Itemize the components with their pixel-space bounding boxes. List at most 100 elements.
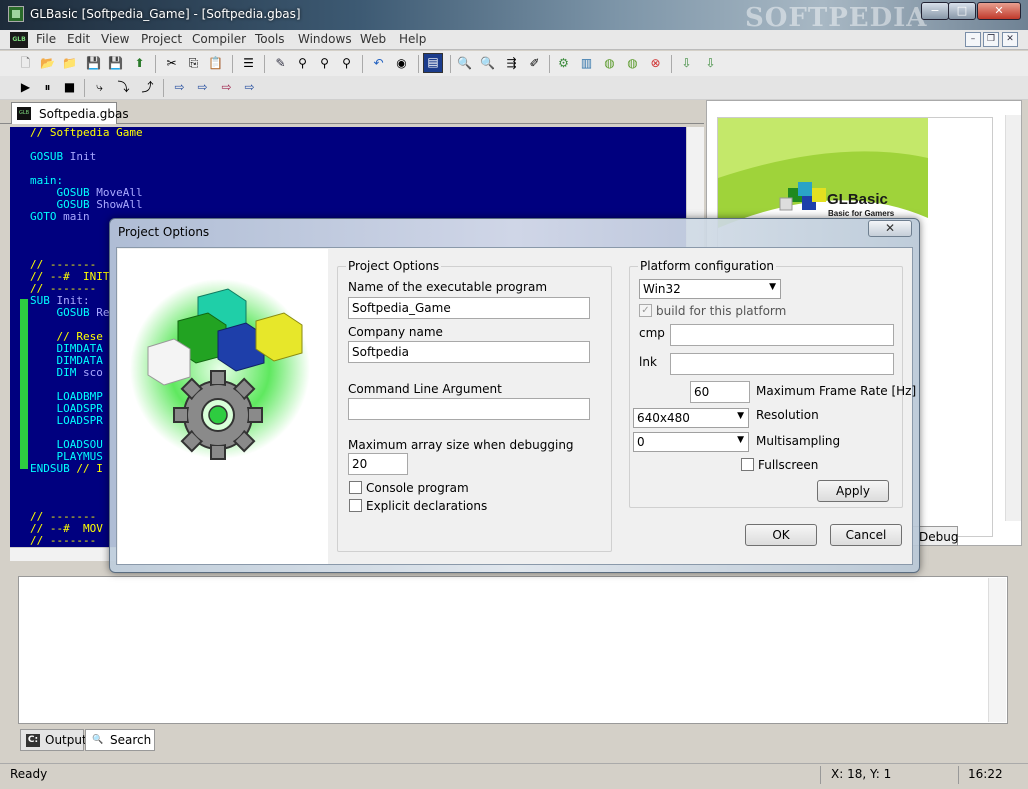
replace-icon[interactable]: ⚲ — [338, 55, 355, 72]
menu-project[interactable]: Project — [141, 32, 182, 46]
stop-debug-icon[interactable]: ■ — [61, 79, 78, 96]
copy-icon[interactable]: ⎘ — [185, 55, 202, 72]
status-bar: Ready X: 18, Y: 1 16:22 — [0, 763, 1028, 789]
menu-web[interactable]: Web — [360, 32, 386, 46]
chevron-down-icon: ▼ — [737, 435, 744, 445]
close-button[interactable]: ✕ — [977, 2, 1021, 20]
bucket-icon[interactable]: ▥ — [578, 55, 595, 72]
open-project-icon[interactable]: 📁 — [61, 55, 78, 72]
save-all-icon[interactable]: 💾 — [107, 55, 124, 72]
menu-edit[interactable]: Edit — [67, 32, 90, 46]
lnk-input[interactable] — [670, 353, 894, 375]
clock-time: 16:22 — [968, 767, 1003, 781]
breakpoint-remove-icon[interactable]: ⇨ — [218, 79, 235, 96]
window-view-icon[interactable]: ▤ — [423, 53, 443, 73]
resolution-label: Resolution — [756, 408, 819, 422]
chevron-down-icon: ▼ — [769, 282, 776, 292]
framerate-input[interactable]: 60 — [690, 381, 750, 403]
dialog-body: Project Options Name of the executable p… — [116, 247, 916, 565]
fullscreen-checkbox[interactable] — [741, 458, 754, 471]
multisampling-select[interactable]: 0 ▼ — [633, 432, 749, 452]
resolution-value: 640x480 — [637, 411, 690, 425]
undo-icon[interactable]: ↶ — [370, 55, 387, 72]
exe-name-label: Name of the executable program — [348, 280, 548, 294]
breakpoint-add-icon[interactable]: ⇨ — [194, 79, 211, 96]
menu-file[interactable]: File — [36, 32, 56, 46]
step-icon[interactable]: ⤷ — [91, 79, 108, 96]
menu-help[interactable]: Help — [399, 32, 426, 46]
build-platform-checkbox[interactable]: ✓ — [639, 304, 652, 317]
array-size-input[interactable]: 20 — [348, 453, 408, 475]
explicit-declarations-checkbox[interactable] — [349, 499, 362, 512]
console-program-label: Console program — [366, 481, 469, 495]
breakpoint-clear-icon[interactable]: ⇨ — [241, 79, 258, 96]
chevron-down-icon: ▼ — [737, 411, 744, 421]
sub-icon[interactable]: ⇩ — [678, 55, 695, 72]
menu-tools[interactable]: Tools — [255, 32, 285, 46]
cmdline-input[interactable] — [348, 398, 590, 420]
tab-softpedia-gbas[interactable]: GLB Softpedia.gbas — [11, 102, 129, 124]
globe-icon[interactable]: ◍ — [601, 55, 618, 72]
cubes-gear-icon — [130, 279, 310, 460]
mdi-minimize-button[interactable]: – — [965, 32, 981, 47]
glb-logo-icon: GLB — [10, 32, 28, 48]
ok-button[interactable]: OK — [745, 524, 817, 546]
company-input[interactable]: Softpedia — [348, 341, 590, 363]
pause-icon[interactable]: ⏸ — [39, 79, 56, 96]
pen-icon[interactable]: ✎ — [272, 55, 289, 72]
edit-doc-icon[interactable]: ✐ — [526, 55, 543, 72]
new-file-icon[interactable]: 🗋 — [17, 55, 34, 72]
right-panel-scrollbar[interactable] — [1005, 115, 1021, 521]
step-out-icon[interactable]: ⤴ — [139, 79, 156, 96]
find-next-icon[interactable]: ⚲ — [316, 55, 333, 72]
build-icon[interactable]: ⚙ — [555, 55, 572, 72]
open-folder-icon[interactable]: 📂 — [39, 55, 56, 72]
output-scrollbar[interactable] — [988, 578, 1006, 722]
app-icon — [8, 6, 24, 22]
array-size-label: Maximum array size when debugging — [348, 438, 574, 452]
minimize-button[interactable]: − — [921, 2, 949, 20]
resolution-select[interactable]: 640x480 ▼ — [633, 408, 749, 428]
save-project-icon[interactable]: ⬆ — [131, 55, 148, 72]
web-icon[interactable]: ◍ — [624, 55, 641, 72]
fullscreen-label: Fullscreen — [758, 458, 819, 472]
build-platform-label: build for this platform — [656, 304, 787, 318]
stop-icon[interactable]: ⊗ — [647, 55, 664, 72]
compare-icon[interactable]: ⇶ — [503, 55, 520, 72]
tab-output[interactable]: C: Output — [20, 729, 87, 751]
menu-view[interactable]: View — [101, 32, 129, 46]
menu-compiler[interactable]: Compiler — [192, 32, 246, 46]
cut-icon[interactable]: ✂ — [163, 55, 180, 72]
mdi-restore-button[interactable]: ❐ — [983, 32, 999, 47]
save-icon[interactable]: 💾 — [85, 55, 102, 72]
mdi-close-button[interactable]: ✕ — [1002, 32, 1018, 47]
cursor-position: X: 18, Y: 1 — [831, 767, 892, 781]
run-icon[interactable]: ▶ — [17, 79, 34, 96]
cmp-input[interactable] — [670, 324, 894, 346]
paste-icon[interactable]: 📋 — [207, 55, 224, 72]
window-title: GLBasic [Softpedia_Game] - [Softpedia.gb… — [30, 7, 301, 21]
exe-name-input[interactable]: Softpedia_Game — [348, 297, 590, 319]
tab-search[interactable]: 🔍 Search — [85, 729, 155, 751]
zoom-icon[interactable]: 🔍 — [456, 55, 473, 72]
console-icon: C: — [26, 734, 40, 747]
find-icon[interactable]: ⚲ — [294, 55, 311, 72]
platform-select[interactable]: Win32 ▼ — [639, 279, 781, 299]
cancel-button[interactable]: Cancel — [830, 524, 902, 546]
maximize-button[interactable]: □ — [948, 2, 976, 20]
lnk-label: lnk — [639, 355, 657, 369]
sub-out-icon[interactable]: ⇩ — [702, 55, 719, 72]
search-icon: 🔍 — [92, 735, 104, 745]
step-into-icon[interactable]: ⤵ — [115, 79, 132, 96]
zoom-find-icon[interactable]: 🔍 — [479, 55, 496, 72]
gbas-file-icon: GLB — [17, 107, 31, 120]
dialog-close-button[interactable]: ✕ — [868, 220, 912, 237]
menu-windows[interactable]: Windows — [298, 32, 352, 46]
brand-name: GLBasic — [827, 191, 888, 208]
list-icon[interactable]: ☰ — [240, 55, 257, 72]
console-program-checkbox[interactable] — [349, 481, 362, 494]
cd-icon[interactable]: ◉ — [393, 55, 410, 72]
apply-button[interactable]: Apply — [817, 480, 889, 502]
status-ready: Ready — [10, 767, 48, 781]
breakpoint-icon[interactable]: ⇨ — [171, 79, 188, 96]
